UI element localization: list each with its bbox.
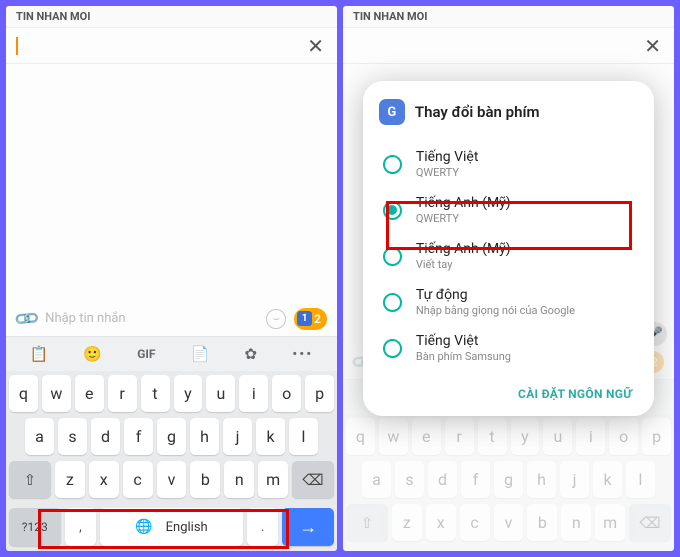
key-comma[interactable]: , bbox=[65, 508, 97, 546]
dialog-header: G Thay đổi bàn phím bbox=[377, 99, 640, 125]
radio-icon bbox=[383, 339, 402, 358]
search-row: ✕ bbox=[6, 28, 337, 64]
key-period[interactable]: . bbox=[247, 508, 279, 546]
sim-chip: 1 bbox=[297, 311, 312, 326]
radio-icon bbox=[383, 293, 402, 312]
settings-icon[interactable]: ✿ bbox=[244, 345, 257, 363]
clipboard-icon[interactable]: 📄 bbox=[191, 345, 210, 363]
dialog-overlay: G Thay đổi bàn phím Tiếng Việt QWERTY Ti… bbox=[343, 6, 674, 551]
key-k[interactable]: k bbox=[256, 418, 285, 455]
header-title: TIN NHAN MOI bbox=[16, 10, 90, 23]
kb-row-2: a s d f g h j k l bbox=[9, 418, 334, 455]
key-v[interactable]: v bbox=[157, 461, 187, 498]
option-sub: QWERTY bbox=[416, 212, 511, 225]
screen-left: TIN NHAN MOI ✕ 🔗 Nhập tin nhắn ⌣ 1 2 📋 🙂… bbox=[6, 6, 337, 551]
key-p[interactable]: p bbox=[305, 375, 334, 412]
compose-input[interactable]: Nhập tin nhắn bbox=[45, 306, 258, 331]
key-d[interactable]: d bbox=[91, 418, 120, 455]
dialog-footer: CÀI ĐẶT NGÔN NGỮ bbox=[377, 371, 640, 406]
kb-row-3: ⇧ z x c v b n m ⌫ bbox=[9, 461, 334, 498]
keyboard-switch-dialog: G Thay đổi bàn phím Tiếng Việt QWERTY Ti… bbox=[363, 81, 654, 416]
key-m[interactable]: m bbox=[258, 461, 288, 498]
key-backspace[interactable]: ⌫ bbox=[292, 461, 334, 498]
key-o[interactable]: o bbox=[272, 375, 301, 412]
space-label: English bbox=[166, 520, 208, 535]
gif-button[interactable]: GIF bbox=[137, 347, 155, 361]
key-h[interactable]: h bbox=[190, 418, 219, 455]
key-enter[interactable]: → bbox=[282, 508, 334, 546]
radio-icon bbox=[383, 201, 402, 220]
language-settings-button[interactable]: CÀI ĐẶT NGÔN NGỮ bbox=[518, 387, 632, 401]
option-sub: Viết tay bbox=[416, 258, 511, 271]
option-sub: Nhập bằng giọng nói của Google bbox=[416, 304, 575, 317]
sim-send-button[interactable]: 1 2 bbox=[294, 308, 327, 330]
more-icon[interactable]: ••• bbox=[292, 345, 313, 363]
key-r[interactable]: r bbox=[108, 375, 137, 412]
key-a[interactable]: a bbox=[25, 418, 54, 455]
key-u[interactable]: u bbox=[206, 375, 235, 412]
sim-alt: 2 bbox=[314, 312, 321, 326]
option-label: Tiếng Anh (Mỹ) bbox=[416, 195, 511, 211]
option-label: Tiếng Việt bbox=[416, 333, 511, 349]
option-label: Tiếng Việt bbox=[416, 149, 479, 165]
key-x[interactable]: x bbox=[89, 461, 119, 498]
keyboard-option[interactable]: Tiếng Việt Bàn phím Samsung bbox=[377, 325, 640, 371]
key-j[interactable]: j bbox=[223, 418, 252, 455]
key-numbers[interactable]: ?123 bbox=[9, 508, 61, 546]
key-q[interactable]: q bbox=[9, 375, 38, 412]
key-space[interactable]: 🌐 English bbox=[100, 508, 243, 546]
text-cursor bbox=[16, 37, 18, 55]
key-w[interactable]: w bbox=[42, 375, 71, 412]
emoji-icon[interactable]: ⌣ bbox=[266, 309, 286, 329]
app-header: TIN NHAN MOI bbox=[6, 6, 337, 28]
sticker2-icon[interactable]: 🙂 bbox=[83, 345, 102, 363]
keyboard-option[interactable]: Tiếng Anh (Mỹ) QWERTY bbox=[377, 187, 640, 233]
option-sub: QWERTY bbox=[416, 166, 479, 179]
radio-icon bbox=[383, 247, 402, 266]
option-label: Tiếng Anh (Mỹ) bbox=[416, 241, 511, 257]
key-s[interactable]: s bbox=[58, 418, 87, 455]
option-sub: Bàn phím Samsung bbox=[416, 350, 511, 363]
key-n[interactable]: n bbox=[224, 461, 254, 498]
key-l[interactable]: l bbox=[289, 418, 318, 455]
key-y[interactable]: y bbox=[174, 375, 203, 412]
keyboard: q w e r t y u i o p a s d f g h j k l ⇧ … bbox=[6, 371, 337, 508]
key-z[interactable]: z bbox=[55, 461, 85, 498]
clear-icon[interactable]: ✕ bbox=[304, 34, 327, 58]
sticker-icon[interactable]: 📋 bbox=[30, 345, 49, 363]
key-t[interactable]: t bbox=[141, 375, 170, 412]
gboard-icon: G bbox=[379, 99, 405, 125]
key-i[interactable]: i bbox=[239, 375, 268, 412]
keyboard-option[interactable]: Tiếng Anh (Mỹ) Viết tay bbox=[377, 233, 640, 279]
kb-row-bottom: ?123 , 🌐 English . → bbox=[6, 508, 337, 551]
compose-row: 🔗 Nhập tin nhắn ⌣ 1 2 bbox=[6, 301, 337, 336]
key-e[interactable]: e bbox=[75, 375, 104, 412]
key-g[interactable]: g bbox=[157, 418, 186, 455]
screen-right: TIN NHAN MOI ✕ 🔗 Nhập tin nhắn ⌣ 1 2 📋 🙂… bbox=[343, 6, 674, 551]
key-shift[interactable]: ⇧ bbox=[9, 461, 51, 498]
key-b[interactable]: b bbox=[190, 461, 220, 498]
radio-icon bbox=[383, 155, 402, 174]
message-body bbox=[6, 64, 337, 301]
keyboard-toolbar: 📋 🙂 GIF 📄 ✿ ••• bbox=[6, 336, 337, 371]
key-f[interactable]: f bbox=[124, 418, 153, 455]
recipient-input[interactable] bbox=[22, 38, 304, 54]
key-c[interactable]: c bbox=[123, 461, 153, 498]
keyboard-option[interactable]: Tự động Nhập bằng giọng nói của Google bbox=[377, 279, 640, 325]
option-label: Tự động bbox=[416, 287, 575, 303]
kb-row-1: q w e r t y u i o p bbox=[9, 375, 334, 412]
globe-icon: 🌐 bbox=[135, 519, 152, 535]
dialog-title: Thay đổi bàn phím bbox=[415, 103, 540, 121]
attach-icon[interactable]: 🔗 bbox=[12, 304, 41, 333]
keyboard-option[interactable]: Tiếng Việt QWERTY bbox=[377, 141, 640, 187]
